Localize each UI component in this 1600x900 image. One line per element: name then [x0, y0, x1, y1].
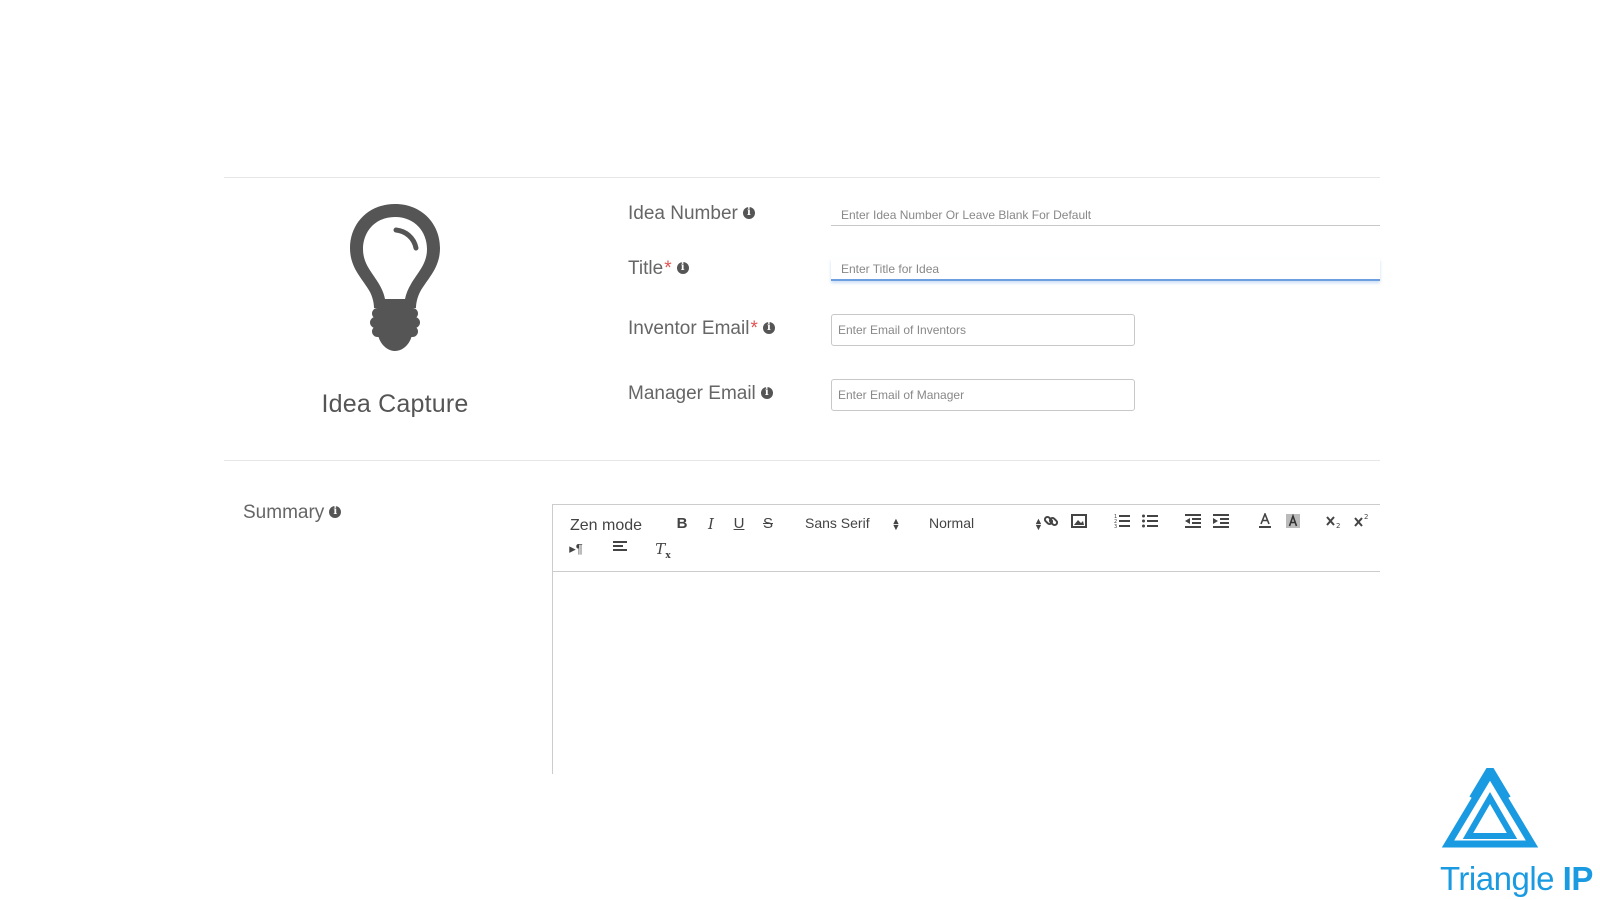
superscript-button[interactable]: 2 — [1352, 513, 1374, 535]
editor-toolbar: Zen mode B I U S Sans Serif ▲ ▼ Normal ▲ ▼ — [553, 505, 1380, 572]
info-icon[interactable]: i — [676, 261, 689, 274]
ordered-list-icon: 1 2 3 — [1114, 514, 1130, 530]
font-size-select[interactable]: Normal ▲ ▼ — [929, 515, 1043, 532]
brand-logo: Triangle IP — [1440, 768, 1600, 900]
manager-email-label-text: Manager Email — [628, 383, 756, 404]
align-left-icon — [613, 541, 627, 551]
text-color-icon — [1259, 511, 1271, 528]
font-size-value: Normal — [929, 515, 975, 531]
manager-email-label: Manager Email i — [628, 383, 773, 405]
idea-capture-title: Idea Capture — [321, 390, 469, 418]
middle-divider — [224, 460, 1380, 461]
required-mark: * — [664, 258, 672, 279]
lightbulb-icon — [350, 204, 440, 351]
clear-format-x: x — [665, 551, 671, 561]
outdent-icon — [1185, 514, 1201, 528]
clear-format-button[interactable]: Tx — [652, 538, 674, 561]
top-divider — [224, 177, 1380, 178]
strike-button[interactable]: S — [757, 513, 779, 535]
image-button[interactable] — [1068, 513, 1090, 535]
idea-number-label-text: Idea Number — [628, 203, 738, 224]
brand-name-bold: IP — [1562, 860, 1594, 897]
svg-text:2: 2 — [1336, 522, 1340, 529]
info-icon[interactable]: i — [329, 505, 342, 518]
summary-label-text: Summary — [243, 502, 325, 523]
background-color-icon — [1286, 513, 1300, 528]
idea-capture-panel: Idea Capture — [300, 196, 490, 419]
subscript-button[interactable]: 2 — [1324, 513, 1346, 535]
link-button[interactable] — [1040, 513, 1062, 535]
summary-editor-body[interactable] — [553, 571, 1380, 774]
inventor-email-label: Inventor Email* i — [628, 318, 775, 340]
inventor-email-label-text: Inventor Email — [628, 318, 750, 339]
font-family-value: Sans Serif — [805, 515, 870, 531]
title-input[interactable] — [831, 259, 1380, 281]
rtl-direction-button[interactable]: ▸¶ — [565, 538, 587, 560]
info-icon[interactable]: i — [742, 206, 755, 219]
triangle-logo-icon — [1441, 768, 1539, 848]
underline-button[interactable]: U — [728, 513, 750, 535]
background-color-button[interactable] — [1282, 513, 1304, 535]
indent-button[interactable] — [1210, 513, 1232, 535]
link-icon — [1043, 515, 1059, 527]
info-icon[interactable]: i — [762, 321, 775, 334]
brand-name: Triangle IP — [1440, 860, 1593, 898]
required-mark: * — [750, 318, 758, 339]
idea-number-label: Idea Number i — [628, 203, 755, 225]
bullet-list-button[interactable] — [1139, 513, 1161, 535]
bold-button[interactable]: B — [671, 513, 693, 535]
image-icon — [1071, 514, 1087, 528]
indent-icon — [1213, 514, 1229, 528]
title-label: Title* i — [628, 258, 689, 280]
idea-number-input[interactable] — [831, 204, 1380, 226]
subscript-icon: 2 — [1326, 516, 1340, 530]
clear-format-icon: T — [655, 540, 666, 558]
brand-name-regular: Triangle — [1440, 860, 1563, 897]
summary-label: Summary i — [243, 502, 342, 524]
align-button[interactable] — [609, 538, 631, 560]
manager-email-input[interactable] — [831, 379, 1135, 411]
outdent-button[interactable] — [1182, 513, 1204, 535]
svg-text:3: 3 — [1114, 524, 1117, 529]
font-family-select[interactable]: Sans Serif ▲ ▼ — [805, 515, 901, 533]
select-arrows-icon: ▲ ▼ — [891, 516, 901, 533]
superscript-icon: 2 — [1354, 513, 1368, 527]
italic-button[interactable]: I — [700, 513, 722, 535]
title-label-text: Title — [628, 258, 664, 279]
text-color-button[interactable] — [1254, 511, 1276, 535]
ordered-list-button[interactable]: 1 2 3 — [1111, 513, 1133, 535]
zen-mode-button[interactable]: Zen mode — [570, 517, 642, 535]
bullet-list-icon — [1142, 514, 1158, 528]
inventor-email-input[interactable] — [831, 314, 1135, 346]
svg-text:2: 2 — [1364, 513, 1368, 521]
info-icon[interactable]: i — [760, 386, 773, 399]
summary-editor: Zen mode B I U S Sans Serif ▲ ▼ Normal ▲ ▼ — [552, 504, 1380, 774]
